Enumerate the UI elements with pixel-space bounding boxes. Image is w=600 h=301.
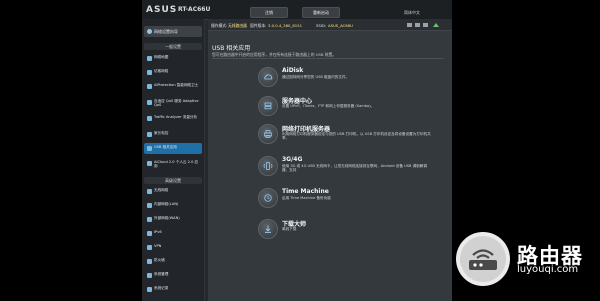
sidebar-item-label: 访客网络 [154, 69, 169, 73]
download-icon [258, 219, 278, 239]
network-wizard-button[interactable]: 网络设置向导 [144, 26, 202, 37]
sidebar-item-label: 内部网络(LAN) [154, 202, 179, 206]
feature-3g-4g[interactable]: 3G/4G 使用 3G 或 4G USB 无线网卡，让您无线网络连接到互联网，A… [258, 156, 448, 176]
sidebar-advanced-heading: 高级设置 [144, 177, 202, 184]
modem-icon [258, 156, 278, 176]
sidebar-item-wan[interactable]: 外部网络(WAN) [144, 214, 202, 225]
sidebar-item-label: AiProtection 智能网络卫士 [154, 83, 199, 87]
feature-desc: 启用 Time Machine 备份功能 [282, 196, 331, 200]
sidebar-item-parental-control[interactable]: 家长电控 [144, 129, 202, 140]
sidebar-item-firewall[interactable]: 防火墙 [144, 256, 202, 267]
op-mode-label: 操作模式: [211, 23, 228, 28]
sidebar-item-network-map[interactable]: 网络地图 [144, 53, 202, 64]
feature-aidisk[interactable]: AiDisk 通过因特网分享您的 USB 磁盘内的文件。 [258, 67, 448, 87]
top-bar: ASUS RT-AC66U 注销 重新启动 简体中文 [142, 0, 452, 20]
sidebar-item-label: 防火墙 [154, 258, 165, 262]
status-icon-3 [423, 23, 428, 27]
feature-server-center[interactable]: 服务器中心 设置 UPnP、iTunes、FTP 和网上邻居服务器 (Samba… [258, 96, 448, 116]
sidebar-item-ipv6[interactable]: IPv6 [144, 228, 202, 239]
sidebar-item-label: 系统记录 [154, 286, 169, 290]
sidebar-item-label: USB 相关应用 [154, 145, 177, 149]
ipv6-icon [147, 231, 152, 236]
time-machine-icon [258, 188, 278, 208]
sidebar-item-wireless[interactable]: 无线网络 [144, 186, 202, 197]
feature-network-printer[interactable]: 网络打印机服务器 利用网络打印机服务器设定与您的 USB 打印机。以 USB 打… [258, 124, 448, 144]
sidebar-item-usb-application[interactable]: USB 相关应用 [144, 143, 202, 154]
model-name: RT-AC66U [178, 6, 211, 13]
sidebar-item-label: AiCloud 2.0 个人云 2.0 应用 [154, 160, 199, 168]
wizard-label: 网络设置向导 [154, 29, 178, 34]
usb-icon [147, 146, 152, 151]
wifi-icon [147, 189, 152, 194]
sidebar: 网络设置向导 一般设置 网络地图 访客网络 AiProtection 智能网络卫… [142, 19, 205, 301]
sidebar-item-vpn[interactable]: VPN [144, 242, 202, 253]
ssid-value[interactable]: ASUS_AC66U [328, 23, 353, 28]
ssid-label: SSID: [316, 23, 327, 28]
sidebar-item-label: 网络地图 [154, 55, 169, 59]
chart-icon [147, 116, 152, 121]
status-icon-2 [415, 23, 420, 27]
sidebar-item-label: 自适应 QoS 服务 Adaptive QoS [154, 99, 199, 107]
cloud-icon [147, 161, 152, 166]
logout-button[interactable]: 注销 [250, 7, 288, 18]
qos-icon [147, 100, 152, 105]
feature-desc: 使用 3G 或 4G USB 无线网卡，让您无线网络连接到互联网，Android… [282, 164, 427, 173]
sidebar-item-aiprotection[interactable]: AiProtection 智能网络卫士 [144, 81, 202, 92]
printer-icon [258, 124, 278, 144]
sidebar-item-lan[interactable]: 内部网络(LAN) [144, 200, 202, 211]
sidebar-item-qos[interactable]: 自适应 QoS 服务 Adaptive QoS [144, 97, 202, 108]
cloud-disk-icon [258, 67, 278, 87]
page-title: USB 相关应用 [212, 45, 251, 52]
sidebar-general-heading: 一般设置 [144, 43, 202, 50]
gear-icon [147, 273, 152, 278]
feature-time-machine[interactable]: Time Machine 启用 Time Machine 备份功能 [258, 188, 448, 208]
sidebar-item-label: VPN [154, 244, 162, 248]
firmware-label: 固件版本: [250, 23, 267, 28]
sidebar-item-label: 无线网络 [154, 188, 169, 192]
feature-name[interactable]: AiDisk [282, 67, 303, 74]
sidebar-item-administration[interactable]: 系统管理 [144, 270, 202, 281]
sidebar-item-system-log[interactable]: 系统记录 [144, 284, 202, 295]
status-icon-1 [407, 23, 412, 27]
feature-desc: 离线下载 [282, 227, 297, 231]
feature-desc: 利用网络打印机服务器设定与您的 USB 打印机。以 USB 打印机设定及将设备设… [282, 132, 431, 141]
feature-desc: 设置 UPnP、iTunes、FTP 和网上邻居服务器 (Samba)。 [282, 104, 375, 108]
reboot-button[interactable]: 重新启动 [302, 7, 340, 18]
feature-download-master[interactable]: 下载大师 离线下载 [258, 219, 448, 239]
main-content: 操作模式: 无线路由器 固件版本: 3.0.0.4_380_8151 SSID:… [208, 19, 452, 301]
router-logo-icon [456, 232, 510, 286]
sidebar-item-label: 家长电控 [154, 131, 169, 135]
wizard-icon [147, 29, 152, 34]
feature-desc: 通过因特网分享您的 USB 磁盘内的文件。 [282, 75, 350, 79]
brand-logo: ASUS [146, 5, 178, 15]
language-select[interactable]: 简体中文 [404, 8, 420, 17]
firmware-value[interactable]: 3.0.0.4_380_8151 [268, 23, 302, 28]
feature-name[interactable]: Time Machine [282, 188, 329, 195]
sidebar-item-label: 外部网络(WAN) [154, 216, 180, 220]
guest-icon [147, 70, 152, 75]
sidebar-item-label: 系统管理 [154, 272, 169, 276]
family-icon [147, 132, 152, 137]
status-icons [407, 23, 439, 27]
firewall-icon [147, 259, 152, 264]
globe-icon [147, 217, 152, 222]
sidebar-item-traffic-analyzer[interactable]: Traffic Analyzer 流量分析 [144, 113, 202, 124]
server-icon [258, 96, 278, 116]
sidebar-item-guest-network[interactable]: 访客网络 [144, 67, 202, 78]
sidebar-item-aicloud[interactable]: AiCloud 2.0 个人云 2.0 应用 [144, 158, 202, 169]
divider [212, 58, 444, 59]
sidebar-item-label: IPv6 [154, 230, 162, 234]
router-admin-page: ASUS RT-AC66U 注销 重新启动 简体中文 网络设置向导 一般设置 网… [142, 0, 452, 301]
log-icon [147, 287, 152, 292]
sidebar-item-label: Traffic Analyzer 流量分析 [154, 115, 198, 119]
shield-icon [147, 84, 152, 89]
map-icon [147, 56, 152, 61]
lan-icon [147, 203, 152, 208]
status-icon-wifi [433, 23, 439, 27]
watermark-url: luyouqi.com [517, 264, 579, 275]
op-mode-value[interactable]: 无线路由器 [228, 23, 247, 29]
vpn-icon [147, 245, 152, 250]
feature-name[interactable]: 3G/4G [282, 156, 302, 163]
status-breadcrumb: 操作模式: 无线路由器 固件版本: 3.0.0.4_380_8151 SSID:… [208, 19, 452, 31]
